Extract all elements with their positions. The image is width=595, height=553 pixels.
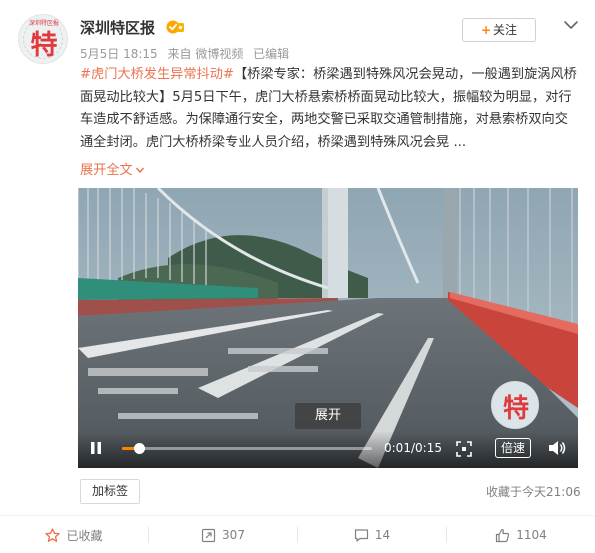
- favorite-time: 收藏于今天21:06: [486, 485, 581, 499]
- add-tag-button[interactable]: 加标签: [80, 479, 140, 504]
- plus-icon: +: [480, 23, 492, 37]
- repost-button[interactable]: 307: [149, 517, 297, 553]
- chevron-down-icon[interactable]: [562, 16, 580, 34]
- volume-icon[interactable]: [548, 440, 566, 456]
- favorited-button[interactable]: 已收藏: [0, 517, 148, 553]
- video-player[interactable]: 特 展开 0:01/0:15 倍速: [78, 188, 578, 468]
- post-meta: 5月5日 18:15 来自 微博视频 已编辑: [80, 45, 295, 62]
- post-timestamp[interactable]: 5月5日 18:15: [80, 47, 158, 61]
- follow-button[interactable]: + 关注: [462, 18, 536, 42]
- verified-badge-icon: [166, 20, 184, 34]
- thumbs-up-icon: [496, 528, 510, 542]
- video-controls: 0:01/0:15 倍速: [78, 431, 578, 468]
- duration: 0:15: [415, 441, 442, 455]
- star-icon: [45, 527, 61, 542]
- repost-icon: [201, 528, 216, 542]
- chevron-down-icon: [135, 167, 144, 174]
- like-button[interactable]: 1104: [447, 517, 595, 553]
- fullscreen-icon[interactable]: [456, 441, 472, 457]
- expand-label: 展开全文: [80, 163, 133, 178]
- follow-label: 关注: [493, 23, 518, 37]
- edited-label: 已编辑: [253, 47, 290, 61]
- post-source[interactable]: 来自 微博视频: [168, 47, 244, 61]
- comment-icon: [354, 528, 368, 542]
- video-expand-button[interactable]: 展开: [295, 403, 361, 429]
- action-bar-divider: [0, 515, 595, 516]
- current-time: 0:01: [384, 441, 411, 455]
- avatar[interactable]: 深圳特区报 特: [18, 14, 68, 64]
- like-count: 1104: [516, 528, 547, 542]
- watermark-text: 特: [502, 394, 529, 424]
- repost-count: 307: [222, 528, 245, 542]
- comment-count: 14: [374, 528, 391, 542]
- progress-knob[interactable]: [133, 443, 145, 454]
- author-name[interactable]: 深圳特区报: [80, 17, 155, 38]
- avatar-logo-text: 特: [30, 30, 58, 61]
- video-progress-bar[interactable]: [122, 443, 372, 454]
- video-time: 0:01/0:15: [384, 441, 442, 455]
- expand-full-text-link[interactable]: 展开全文: [80, 159, 145, 178]
- post-text: #虎门大桥发生异常抖动#【桥梁专家：桥梁遇到特殊风况会晃动，一般遇到旋涡风桥面晃…: [80, 64, 578, 154]
- topic-link[interactable]: #虎门大桥发生异常抖动#: [80, 67, 234, 82]
- favorited-label: 已收藏: [66, 528, 103, 543]
- pause-icon[interactable]: [88, 440, 104, 456]
- video-watermark-logo: 特: [491, 381, 539, 429]
- comment-button[interactable]: 14: [298, 517, 446, 553]
- weibo-post-card: 深圳特区报 特 深圳特区报 5月5日 18:15 来自 微博视频 已编辑 + 关注…: [0, 0, 595, 553]
- playback-speed-button[interactable]: 倍速: [495, 438, 531, 458]
